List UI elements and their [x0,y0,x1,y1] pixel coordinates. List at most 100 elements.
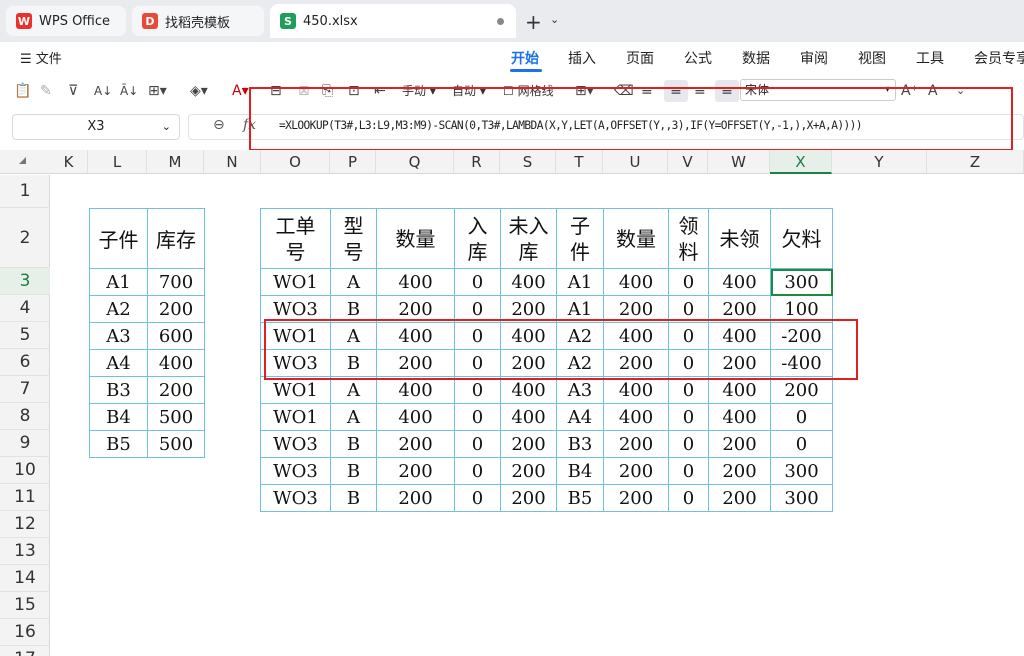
column-header[interactable]: K [50,150,88,174]
column-header[interactable]: O [261,150,330,174]
table-header-cell[interactable]: 子件 [89,208,148,269]
table-cell[interactable]: B5 [89,430,148,458]
table-header-cell[interactable]: 库存 [147,208,205,269]
row-header[interactable]: 14 [0,565,50,592]
table-cell[interactable]: A1 [556,268,604,296]
row-header[interactable]: 6 [0,349,50,376]
table-cell[interactable]: A3 [556,376,604,404]
tab-wps-office[interactable]: W WPS Office [6,6,126,36]
table-cell[interactable]: 200 [147,376,205,404]
column-header-selected[interactable]: X [770,150,832,174]
table-header-cell[interactable]: 子件 [556,208,604,269]
menu-membership[interactable]: 会员专享 [974,48,1024,68]
table-cell[interactable]: 400 [708,403,771,431]
column-header[interactable]: W [708,150,770,174]
sort-ascending-icon[interactable]: A↓ [94,80,112,102]
menu-file[interactable]: ☰ 文件 [20,48,62,67]
table-header-cell[interactable]: 欠料 [770,208,833,269]
table-cell[interactable]: 200 [603,430,669,458]
table-cell[interactable]: 200 [500,430,557,458]
name-box[interactable]: X3 ⌄ [12,114,180,140]
row-header[interactable]: 13 [0,538,50,565]
table-cell[interactable]: 400 [603,403,669,431]
table-cell[interactable]: B4 [556,457,604,485]
table-cell[interactable]: 400 [708,376,771,404]
table-cell[interactable]: 0 [454,376,501,404]
row-header[interactable]: 4 [0,295,50,322]
table-cell[interactable]: 400 [708,268,771,296]
column-header[interactable]: V [668,150,708,174]
row-header[interactable]: 1 [0,175,50,208]
menu-insert[interactable]: 插入 [568,48,596,68]
table-cell[interactable]: WO1 [260,376,331,404]
table-cell[interactable]: A3 [89,322,148,350]
table-cell[interactable]: 200 [708,430,771,458]
table-header-cell[interactable]: 未领 [708,208,771,269]
table-cell[interactable]: 0 [668,376,709,404]
table-cell[interactable]: 0 [454,430,501,458]
table-cell[interactable]: 300 [770,457,833,485]
column-header[interactable]: P [330,150,376,174]
table-cell[interactable]: B [330,484,377,512]
paste-icon[interactable]: 📋 [14,80,31,102]
row-header[interactable]: 17 [0,646,50,656]
row-header[interactable]: 11 [0,484,50,511]
table-cell[interactable]: 200 [708,457,771,485]
fill-color-icon[interactable]: ◈▾ [190,80,208,102]
table-cell[interactable]: 0 [770,403,833,431]
new-tab-button[interactable]: + [525,10,542,34]
table-cell[interactable]: 0 [668,268,709,296]
table-cell[interactable]: WO3 [260,457,331,485]
table-cell[interactable]: 0 [668,484,709,512]
table-cell[interactable]: B [330,457,377,485]
menu-review[interactable]: 审阅 [800,48,828,68]
row-header[interactable]: 15 [0,592,50,619]
tab-spreadsheet-file[interactable]: S 450.xlsx [270,4,516,38]
column-header[interactable]: U [603,150,668,174]
table-cell[interactable]: 600 [147,322,205,350]
format-painter-icon[interactable]: ✎ [40,80,52,102]
row-header[interactable]: 10 [0,457,50,484]
table-cell[interactable]: 200 [376,430,455,458]
table-cell[interactable]: B3 [89,376,148,404]
row-header-selected[interactable]: 3 [0,268,50,295]
table-cell[interactable]: WO1 [260,268,331,296]
column-header[interactable]: T [556,150,603,174]
row-header[interactable]: 7 [0,376,50,403]
menu-tools[interactable]: 工具 [916,48,944,68]
table-cell[interactable]: B3 [556,430,604,458]
filter-icon[interactable]: ⊽ [68,80,78,102]
table-cell[interactable]: 400 [500,403,557,431]
table-cell[interactable]: 400 [376,376,455,404]
table-header-cell[interactable]: 数量 [376,208,455,269]
table-cell[interactable]: 700 [147,268,205,296]
table-header-cell[interactable]: 数量 [603,208,669,269]
table-cell[interactable]: 300 [770,484,833,512]
row-header[interactable]: 2 [0,208,50,268]
font-color-icon[interactable]: A▾ [232,80,249,102]
table-cell[interactable]: 200 [376,484,455,512]
table-cell[interactable]: 200 [603,457,669,485]
table-cell[interactable]: 200 [376,457,455,485]
table-cell[interactable]: B5 [556,484,604,512]
table-cell[interactable]: A1 [89,268,148,296]
table-cell[interactable]: 200 [500,457,557,485]
table-cell[interactable]: 0 [454,457,501,485]
table-cell[interactable]: 0 [454,268,501,296]
table-cell[interactable]: A4 [89,349,148,377]
table-header-cell[interactable]: 领料 [668,208,709,269]
table-cell[interactable]: 0 [668,457,709,485]
table-header-cell[interactable]: 未入库 [500,208,557,269]
table-cell[interactable]: 400 [147,349,205,377]
unsaved-dot-icon[interactable] [497,18,504,25]
table-header-cell[interactable]: 入库 [454,208,501,269]
table-cell[interactable]: A [330,376,377,404]
column-header[interactable]: Z [927,150,1024,174]
table-cell[interactable]: WO3 [260,430,331,458]
table-cell[interactable]: 0 [770,430,833,458]
tab-template[interactable]: D 找稻壳模板 [132,6,264,36]
table-cell[interactable]: B4 [89,403,148,431]
table-cell[interactable]: WO3 [260,484,331,512]
table-cell[interactable]: 200 [770,376,833,404]
row-header[interactable]: 5 [0,322,50,349]
